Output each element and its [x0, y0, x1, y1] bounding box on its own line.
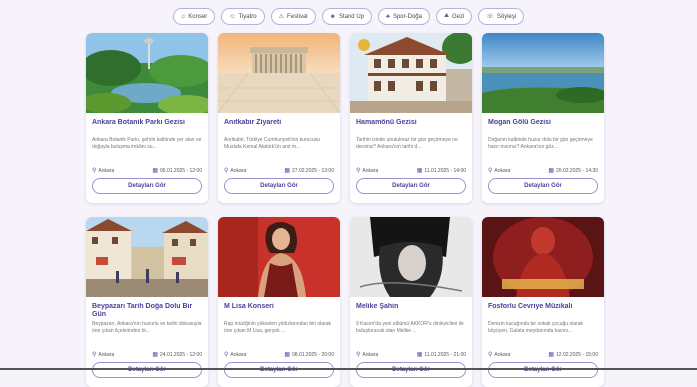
- event-image-mogan-lake: [482, 33, 604, 113]
- event-title: Mogan Gölü Gezisi: [488, 119, 552, 126]
- travel-icon: ⛰: [443, 13, 449, 19]
- calendar-icon: ▦: [416, 352, 423, 358]
- details-button[interactable]: Detayları Gör: [356, 178, 466, 194]
- chip-label: Konser: [188, 13, 208, 20]
- details-button[interactable]: Detayları Gör: [488, 178, 598, 194]
- event-description: 9 Kasım'da yeni albümü AKKOR'u dinleyici…: [356, 321, 464, 334]
- event-card: Melike Şahin 9 Kasım'da yeni albümü AKKO…: [350, 217, 472, 387]
- event-card: Hamamönü Gezisi Tarihin izinde unutulmaz…: [350, 33, 472, 203]
- event-card: Ankara Botanik Parkı Gezisi Ankara Botan…: [86, 33, 208, 203]
- event-location: Ankara: [494, 167, 511, 174]
- event-title: Beypazarı Tarih Doğa Dolu Bir Gün: [92, 303, 193, 318]
- chip-label: Tiyatro: [238, 13, 257, 20]
- filter-chip-stand-up[interactable]: ☻ Stand Up: [321, 8, 372, 25]
- calendar-icon: ▦: [284, 168, 291, 174]
- music-icon: ♫: [180, 13, 186, 20]
- festival-icon: ⚠: [278, 14, 284, 20]
- chip-label: Stand Up: [338, 13, 364, 20]
- event-card: M Lisa Konseri Rap müziğinin yükselen yı…: [218, 217, 340, 387]
- event-card-grid: Ankara Botanik Parkı Gezisi Ankara Botan…: [86, 33, 606, 387]
- filter-chip-tiyatro[interactable]: ☺ Tiyatro: [221, 8, 265, 25]
- chip-label: Spor-Doğa: [392, 13, 422, 20]
- details-button[interactable]: Detayları Gör: [356, 362, 466, 378]
- event-image-fosforlu-cevriye: [482, 217, 604, 297]
- event-image-anitkabir: [218, 33, 340, 113]
- event-image-m-lisa: [218, 217, 340, 297]
- location-pin-icon: ⚲: [488, 352, 493, 358]
- event-date: 08.01.2025 - 20:00: [292, 351, 334, 358]
- details-button[interactable]: Detayları Gör: [92, 178, 202, 194]
- event-location: Ankara: [230, 167, 247, 174]
- event-location: Ankara: [362, 351, 379, 358]
- chip-label: Gezi: [452, 13, 465, 20]
- event-date: 11.01.2025 - 21:00: [424, 351, 466, 358]
- chip-label: Festival: [286, 13, 308, 20]
- event-image-botanic-park: [86, 33, 208, 113]
- event-image-hamamonu: [350, 33, 472, 113]
- event-description: Anıtkabir, Türkiye Cumhuriyeti'nin kuruc…: [224, 137, 320, 150]
- event-card: Beypazarı Tarih Doğa Dolu Bir Gün Beypaz…: [86, 217, 208, 387]
- event-title: Ankara Botanik Parkı Gezisi: [92, 119, 185, 126]
- event-card: Anıtkabir Ziyareti Anıtkabir, Türkiye Cu…: [218, 33, 340, 203]
- event-date: 11.01.2025 - 14:00: [424, 167, 466, 174]
- nature-icon: ♣: [386, 13, 390, 20]
- location-pin-icon: ⚲: [356, 168, 361, 174]
- event-location: Ankara: [230, 351, 247, 358]
- details-button[interactable]: Detayları Gör: [224, 362, 334, 378]
- calendar-icon: ▦: [284, 352, 291, 358]
- event-location: Ankara: [98, 167, 115, 174]
- event-title: Melike Şahin: [356, 303, 399, 310]
- filter-chip-festival[interactable]: ⚠ Festival: [270, 8, 316, 25]
- event-date: 20.02.2025 - 14:30: [556, 167, 598, 174]
- event-location: Ankara: [362, 167, 379, 174]
- filter-chip-soylesi[interactable]: ☏ Söyleşi: [478, 8, 525, 25]
- event-description: Doğanın kalbinde huzur dolu bir gün geçi…: [488, 137, 593, 150]
- event-description: Tarihin izinde unutulmaz bir gün geçirme…: [356, 137, 458, 150]
- chat-icon: ☏: [486, 14, 494, 20]
- event-date: 12.02.2025 - 15:00: [556, 351, 598, 358]
- calendar-icon: ▦: [152, 168, 159, 174]
- location-pin-icon: ⚲: [92, 168, 97, 174]
- event-image-melike-sahin: [350, 217, 472, 297]
- location-pin-icon: ⚲: [356, 352, 361, 358]
- details-button[interactable]: Detayları Gör: [92, 362, 202, 378]
- event-date: 24.01.2025 - 12:00: [160, 351, 202, 358]
- event-date: 06.01.2025 - 12:00: [160, 167, 202, 174]
- location-pin-icon: ⚲: [488, 168, 493, 174]
- category-filter-bar: ♫ Konser ☺ Tiyatro ⚠ Festival ☻ Stand Up ♣ Sp…: [0, 8, 697, 25]
- filter-chip-konser[interactable]: ♫ Konser: [172, 8, 216, 25]
- details-button[interactable]: Detayları Gör: [224, 178, 334, 194]
- page-bottom-divider: [0, 368, 697, 370]
- calendar-icon: ▦: [416, 168, 423, 174]
- event-description: Ankara Botanik Parkı, şehrin kalbinde ye…: [92, 137, 202, 150]
- event-date: 27.02.2025 - 13:00: [292, 167, 334, 174]
- microphone-icon: ☻: [329, 13, 336, 20]
- details-button[interactable]: Detayları Gör: [488, 362, 598, 378]
- filter-chip-spor-doga[interactable]: ♣ Spor-Doğa: [378, 8, 430, 25]
- event-description: Rap müziğinin yükselen yıldızlarından bi…: [224, 321, 331, 334]
- calendar-icon: ▦: [548, 168, 555, 174]
- event-image-beypazari: [86, 217, 208, 297]
- event-location: Ankara: [98, 351, 115, 358]
- event-title: Fosforlu Cevriye Müzikali: [488, 303, 573, 310]
- event-title: Anıtkabir Ziyareti: [224, 119, 282, 126]
- event-card: Mogan Gölü Gezisi Doğanın kalbinde huzur…: [482, 33, 604, 203]
- theater-icon: ☺: [229, 13, 236, 20]
- event-card: Fosforlu Cevriye Müzikali Denizin kucağı…: [482, 217, 604, 387]
- event-title: M Lisa Konseri: [224, 303, 274, 310]
- location-pin-icon: ⚲: [224, 168, 229, 174]
- location-pin-icon: ⚲: [224, 352, 229, 358]
- event-description: Denizin kucağında bir sokak çocuğu olara…: [488, 321, 584, 334]
- calendar-icon: ▦: [152, 352, 159, 358]
- event-location: Ankara: [494, 351, 511, 358]
- event-title: Hamamönü Gezisi: [356, 119, 417, 126]
- calendar-icon: ▦: [548, 352, 555, 358]
- filter-chip-gezi[interactable]: ⛰ Gezi: [435, 8, 473, 25]
- chip-label: Söyleşi: [496, 13, 517, 20]
- event-description: Beypazarı, Ankara'nın huzurlu ve tarihi …: [92, 321, 202, 334]
- location-pin-icon: ⚲: [92, 352, 97, 358]
